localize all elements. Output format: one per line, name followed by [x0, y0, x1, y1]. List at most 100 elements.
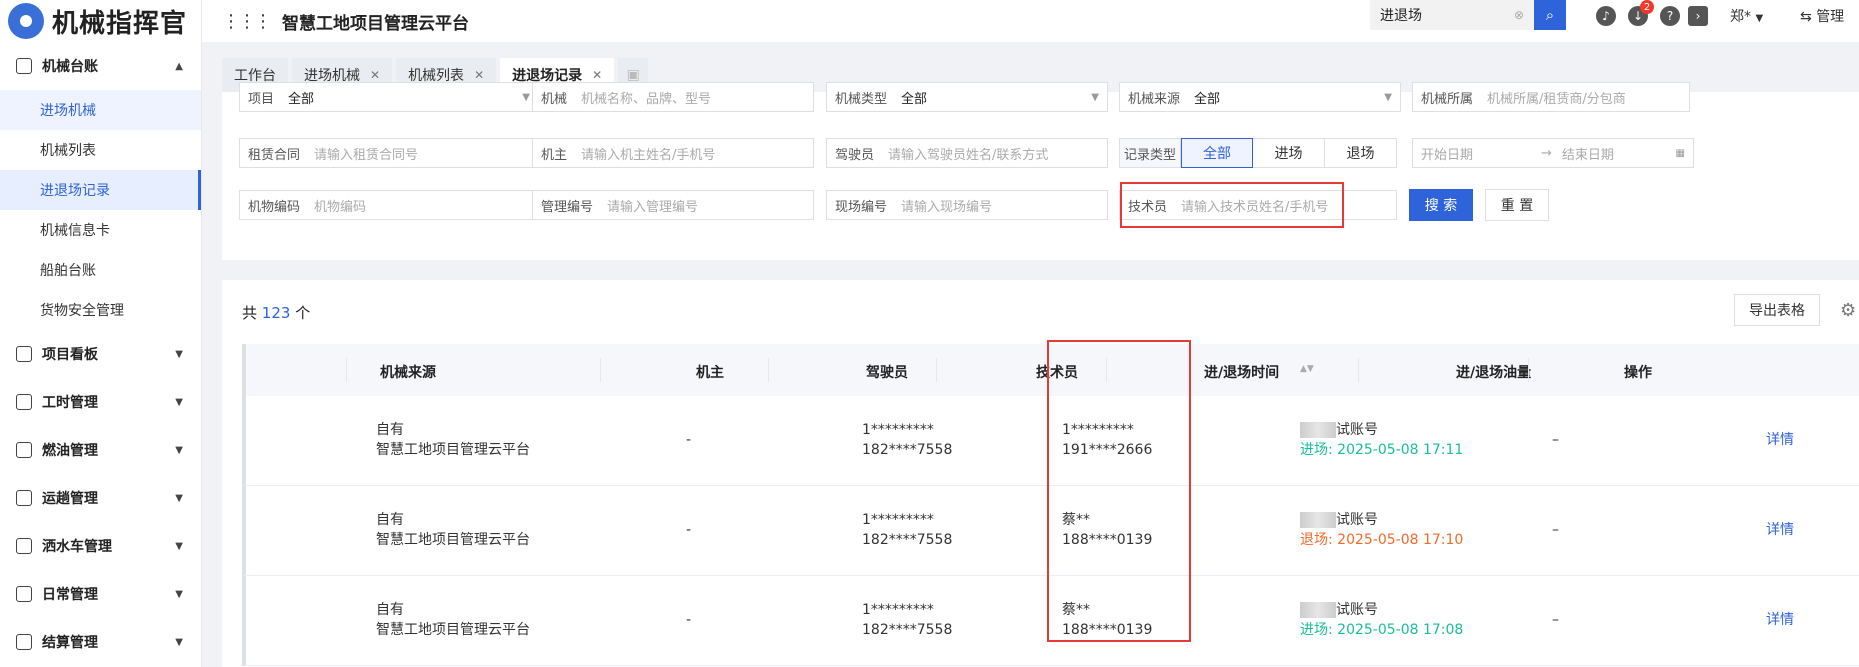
cell-technician: 1********* 191****2666 [1062, 420, 1152, 460]
calendar-icon: ▦ [1675, 147, 1685, 159]
sidebar-item-5[interactable]: 货物安全管理 [0, 290, 201, 330]
sidebar-item-3[interactable]: 机械信息卡 [0, 210, 201, 250]
driver-name: 1********* [862, 602, 934, 618]
technician-input[interactable]: 技术员 请输入技术员姓名/手机号 [1119, 190, 1397, 220]
export-table-button[interactable]: 导出表格 [1734, 294, 1820, 326]
close-icon[interactable]: ✕ [592, 68, 602, 82]
sidebar-item-1[interactable]: 机械列表 [0, 130, 201, 170]
technician-label: 技术员 [1128, 199, 1168, 215]
source-org: 智慧工地项目管理云平台 [376, 622, 530, 638]
column-header-4[interactable]: 进/退场时间 [1204, 362, 1279, 382]
redacted-block [1300, 422, 1336, 438]
sidebar-group-1[interactable]: 工时管理 ▼ [0, 378, 201, 426]
project-select[interactable]: 项目 全部 ▼ [239, 82, 539, 112]
gear-icon[interactable]: ⚙ [1840, 300, 1856, 321]
search-button[interactable]: 搜 索 [1409, 189, 1473, 221]
chevron-down-icon: ▼ [522, 91, 530, 103]
sidebar-group-5[interactable]: 日常管理 ▼ [0, 570, 201, 618]
sidebar-item-0[interactable]: 进场机械 [0, 90, 201, 130]
terminal-icon[interactable]: › [1688, 6, 1708, 26]
app-grid-icon[interactable]: ⋮⋮⋮ [222, 11, 272, 32]
cell-time: 试账号 进场: 2025-05-08 17:11 [1300, 420, 1463, 460]
detail-link[interactable]: 详情 [1766, 430, 1794, 450]
sidebar-group-machine-ledger[interactable]: 机械台账 ▲ [0, 42, 201, 90]
total-number: 123 [261, 304, 291, 322]
direction-label: 进场: [1300, 622, 1333, 638]
machine-source-select[interactable]: 机械来源 全部 ▼ [1119, 82, 1401, 112]
sort-icon[interactable]: ▲▼ [1300, 364, 1314, 374]
cell-time: 试账号 进场: 2025-05-08 17:08 [1300, 600, 1463, 640]
account-name: 试账号 [1336, 602, 1378, 618]
record-time: 2025-05-08 17:08 [1337, 622, 1464, 638]
detail-link[interactable]: 详情 [1766, 520, 1794, 540]
detail-link[interactable]: 详情 [1766, 610, 1794, 630]
logo-text: 机械指挥官 [52, 8, 188, 39]
machine-input[interactable]: 机械 机械名称、品牌、型号 [532, 82, 814, 112]
record-type-in[interactable]: 进场 [1253, 138, 1326, 168]
global-search-button[interactable]: ⌕ [1534, 0, 1566, 30]
app-logo[interactable]: 机械指挥官 [0, 0, 201, 42]
sidebar-group-label: 机械台账 [42, 59, 98, 75]
admin-switch[interactable]: ⇆ 管理 [1800, 6, 1844, 26]
bell-icon[interactable]: ♪ [1596, 6, 1616, 26]
account-name: 试账号 [1336, 422, 1378, 438]
chevron-down-icon: ▼ [175, 492, 183, 504]
owner-placeholder: 请输入机主姓名/手机号 [581, 147, 716, 163]
chevron-down-icon: ▼ [1755, 13, 1764, 24]
sidebar-group-6[interactable]: 结算管理 ▼ [0, 618, 201, 666]
cell-driver: 1********* 182****7558 [862, 420, 952, 460]
total-prefix: 共 [242, 304, 258, 322]
site-code-label: 现场编号 [835, 199, 888, 215]
sidebar-group-4[interactable]: 洒水车管理 ▼ [0, 522, 201, 570]
site-code-input[interactable]: 现场编号 请输入现场编号 [826, 190, 1108, 220]
cell-owner: - [686, 432, 692, 448]
machine-owner-org-input[interactable]: 机械所属 机械所属/租赁商/分包商 [1412, 82, 1690, 112]
record-type-out[interactable]: 退场 [1325, 138, 1398, 168]
machine-placeholder: 机械名称、品牌、型号 [581, 91, 712, 107]
driver-input[interactable]: 驾驶员 请输入驾驶员姓名/联系方式 [826, 138, 1108, 168]
table-row: 自有 智慧工地项目管理云平台 - 1********* 182****7558 蔡** 18… [242, 576, 1859, 666]
sidebar-item-4[interactable]: 船舶台账 [0, 250, 201, 290]
close-icon[interactable]: ✕ [370, 68, 380, 82]
sidebar-item-2[interactable]: 进退场记录 [0, 170, 201, 210]
technician-name: 蔡** [1062, 512, 1090, 528]
table-header: 机械来源 机主 驾驶员 技术员 进/退场时间 ▲▼ 进/退场油量 操作 [242, 344, 1859, 396]
column-divider [1528, 358, 1529, 382]
chevron-down-icon: ▼ [175, 588, 183, 600]
ledger-icon [16, 58, 32, 74]
driver-name: 1********* [862, 422, 934, 438]
cell-oil: – [1552, 612, 1559, 628]
end-date-placeholder: 结束日期 [1561, 147, 1614, 163]
management-code-input[interactable]: 管理编号 请输入管理编号 [532, 190, 814, 220]
help-icon[interactable]: ? [1660, 6, 1680, 26]
machine-label: 机械 [541, 91, 568, 107]
reset-button[interactable]: 重 置 [1485, 189, 1549, 221]
column-divider [1358, 358, 1359, 382]
date-range-picker[interactable]: 开始日期 → 结束日期 ▦ [1412, 138, 1694, 168]
user-menu[interactable]: 郑* ▼ [1730, 6, 1763, 26]
owner-label: 机主 [541, 147, 568, 163]
sidebar-group-0[interactable]: 项目看板 ▼ [0, 330, 201, 378]
sidebar-group-2[interactable]: 燃油管理 ▼ [0, 426, 201, 474]
global-search-input[interactable]: 进退场 ⊗ [1370, 0, 1534, 30]
cell-driver: 1********* 182****7558 [862, 510, 952, 550]
redacted-block [1300, 512, 1336, 528]
machine-type-select[interactable]: 机械类型 全部 ▼ [826, 82, 1108, 112]
cell-driver: 1********* 182****7558 [862, 600, 952, 640]
clear-icon[interactable]: ⊗ [1514, 8, 1524, 22]
source-type: 自有 [376, 512, 404, 528]
record-type-all[interactable]: 全部 [1181, 138, 1254, 168]
asset-code-label: 机物编码 [248, 199, 301, 215]
sidebar-group-label: 燃油管理 [42, 443, 98, 459]
record-time: 2025-05-08 17:10 [1337, 532, 1464, 548]
asset-code-input[interactable]: 机物编码 机物编码 [239, 190, 539, 220]
sidebar-group-3[interactable]: 运趟管理 ▼ [0, 474, 201, 522]
owner-input[interactable]: 机主 请输入机主姓名/手机号 [532, 138, 814, 168]
sidebar-group-label: 洒水车管理 [42, 539, 112, 555]
lease-contract-input[interactable]: 租赁合同 请输入租赁合同号 [239, 138, 539, 168]
column-header-6: 操作 [1624, 365, 1652, 381]
machine-source-label: 机械来源 [1128, 91, 1181, 107]
close-icon[interactable]: ✕ [474, 68, 484, 82]
machine-type-value: 全部 [901, 91, 928, 107]
column-header-1: 机主 [696, 365, 724, 381]
